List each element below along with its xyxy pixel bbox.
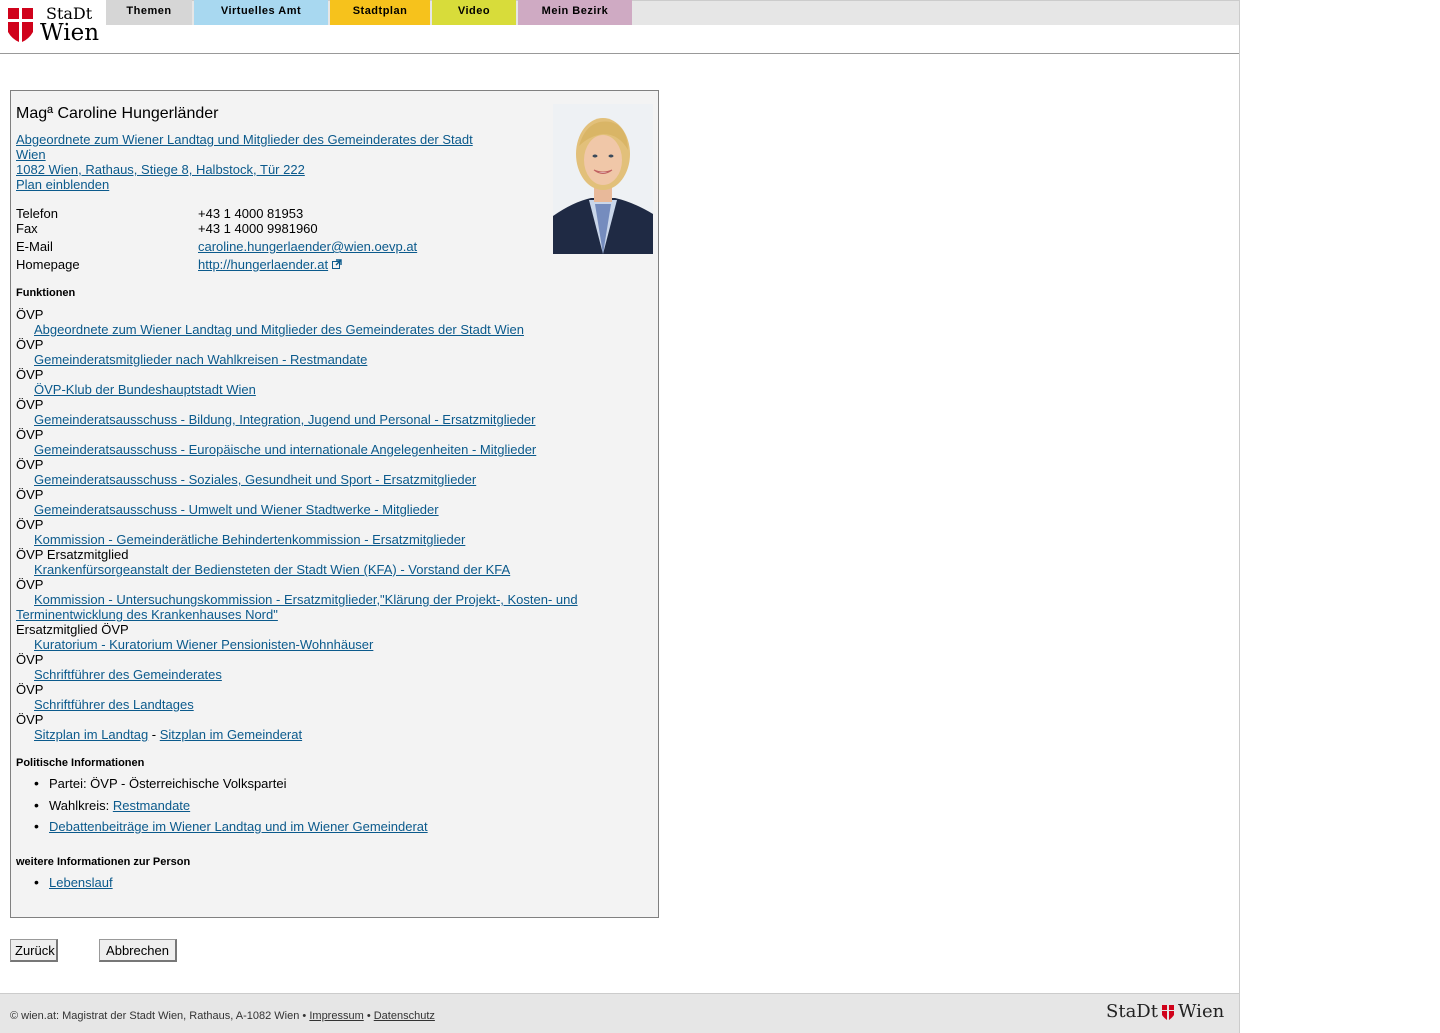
bullet-icon: • — [34, 874, 39, 890]
contact-label-email: E-Mail — [16, 239, 53, 254]
datenschutz-link[interactable]: Datenschutz — [374, 1010, 435, 1022]
site-header: StaDt Wien Themen Virtuelles Amt Stadtpl… — [0, 0, 1239, 54]
person-name: Magª Caroline Hungerländer — [16, 105, 219, 122]
contact-label-homepage: Homepage — [16, 257, 80, 272]
function-party: ÖVP — [16, 367, 44, 382]
function-link[interactable]: ÖVP-Klub der Bundeshauptstadt Wien — [34, 382, 256, 397]
tab-label: Mein Bezirk — [541, 5, 609, 17]
tab-virtuelles-amt[interactable]: Virtuelles Amt — [194, 0, 328, 25]
function-link[interactable]: Kommission - Gemeinderätliche Behinderte… — [34, 532, 465, 547]
footer-text: © wien.at: Magistrat der Stadt Wien, Rat… — [10, 1010, 435, 1022]
function-party: ÖVP — [16, 457, 44, 472]
tab-themen[interactable]: Themen — [106, 0, 192, 25]
function-party: ÖVP — [16, 397, 44, 412]
separator: - — [148, 727, 160, 742]
wien-shield-icon — [1162, 1005, 1174, 1020]
function-party: ÖVP Ersatzmitglied — [16, 547, 129, 562]
function-party: ÖVP — [16, 577, 44, 592]
function-party: ÖVP — [16, 712, 44, 727]
contact-label-telefon: Telefon — [16, 206, 58, 221]
section-heading-weitere: weitere Informationen zur Person — [16, 856, 191, 868]
function-party: ÖVP — [16, 682, 44, 697]
sitzplan-landtag-link[interactable]: Sitzplan im Landtag — [34, 727, 148, 742]
bullet-icon: • — [34, 775, 39, 791]
cancel-button[interactable]: Abbrechen — [99, 939, 177, 962]
impressum-link[interactable]: Impressum — [309, 1010, 363, 1022]
wahlkreis-label: Wahlkreis: — [49, 798, 110, 813]
footer-copyright: © wien.at: Magistrat der Stadt Wien, Rat… — [10, 1010, 300, 1022]
address-link[interactable]: 1082 Wien, Rathaus, Stiege 8, Halbstock,… — [16, 162, 305, 177]
section-heading-funktionen: Funktionen — [16, 287, 76, 299]
function-link[interactable]: Schriftführer des Landtages — [34, 697, 194, 712]
function-link[interactable]: Abgeordnete zum Wiener Landtag und Mitgl… — [34, 322, 524, 337]
stadt-wien-logo[interactable]: StaDt Wien — [6, 4, 102, 46]
homepage-link[interactable]: http://hungerlaender.at — [198, 257, 328, 272]
tab-label: Themen — [126, 5, 172, 17]
tab-video[interactable]: Video — [432, 0, 516, 25]
function-link[interactable]: Krankenfürsorgeanstalt der Bediensteten … — [34, 562, 510, 577]
function-link-continued[interactable]: Terminentwicklung des Krankenhauses Nord… — [16, 607, 278, 622]
tab-stadtplan[interactable]: Stadtplan — [330, 0, 430, 25]
tab-label: Stadtplan — [352, 5, 408, 17]
tab-label: Video — [457, 5, 491, 17]
function-party: ÖVP — [16, 487, 44, 502]
contact-value-telefon: +43 1 4000 81953 — [198, 206, 304, 221]
footer-separator: • — [302, 1010, 307, 1022]
site-footer: © wien.at: Magistrat der Stadt Wien, Rat… — [0, 993, 1239, 1033]
footer-logo-wien: Wien — [1178, 1001, 1225, 1022]
lebenslauf-link[interactable]: Lebenslauf — [49, 875, 113, 890]
function-link[interactable]: Schriftführer des Gemeinderates — [34, 667, 222, 682]
sitzplan-links: Sitzplan im Landtag - Sitzplan im Gemein… — [34, 727, 302, 742]
wien-shield-icon — [8, 8, 33, 42]
tab-mein-bezirk[interactable]: Mein Bezirk — [518, 0, 632, 25]
wahlkreis-link[interactable]: Restmandate — [113, 798, 190, 813]
function-link[interactable]: Gemeinderatsausschuss - Bildung, Integra… — [34, 412, 536, 427]
footer-logo[interactable]: StaDt Wien — [1106, 1001, 1230, 1027]
page-margin — [1239, 0, 1440, 1033]
external-link-icon — [332, 259, 342, 269]
function-party: ÖVP — [16, 307, 44, 322]
function-link[interactable]: Gemeinderatsausschuss - Umwelt und Wiene… — [34, 502, 439, 517]
back-button[interactable]: Zurück — [10, 939, 58, 962]
bullet-icon: • — [34, 818, 39, 834]
function-party: ÖVP — [16, 652, 44, 667]
contact-label-fax: Fax — [16, 221, 38, 236]
function-link[interactable]: Gemeinderatsausschuss - Europäische und … — [34, 442, 536, 457]
debatten-link[interactable]: Debattenbeiträge im Wiener Landtag und i… — [49, 819, 428, 834]
person-photo — [553, 104, 653, 254]
function-party: ÖVP — [16, 427, 44, 442]
section-heading-politisch: Politische Informationen — [16, 757, 145, 769]
function-party: ÖVP — [16, 337, 44, 352]
wahlkreis-info: Wahlkreis: Restmandate — [49, 798, 190, 813]
footer-logo-stadt: StaDt — [1106, 1001, 1158, 1022]
bullet-icon: • — [34, 797, 39, 813]
function-link[interactable]: Kommission - Untersuchungskommission - E… — [34, 592, 578, 607]
function-link[interactable]: Gemeinderatsausschuss - Soziales, Gesund… — [34, 472, 476, 487]
tab-label: Virtuelles Amt — [220, 5, 302, 17]
function-link[interactable]: Kuratorium - Kuratorium Wiener Pensionis… — [34, 637, 373, 652]
logo-text-wien: Wien — [40, 20, 100, 46]
sitzplan-gemeinderat-link[interactable]: Sitzplan im Gemeinderat — [160, 727, 302, 742]
function-party: ÖVP — [16, 517, 44, 532]
function-link[interactable]: Gemeinderatsmitglieder nach Wahlkreisen … — [34, 352, 367, 367]
footer-separator: • — [366, 1010, 371, 1022]
email-link[interactable]: caroline.hungerlaender@wien.oevp.at — [198, 239, 417, 254]
show-plan-link[interactable]: Plan einblenden — [16, 177, 109, 192]
contact-value-fax: +43 1 4000 9981960 — [198, 221, 318, 236]
party-info: Partei: ÖVP - Österreichische Volksparte… — [49, 776, 287, 791]
role-link[interactable]: Abgeordnete zum Wiener Landtag und Mitgl… — [16, 132, 473, 147]
role-link-continued[interactable]: Wien — [16, 147, 46, 162]
function-party: Ersatzmitglied ÖVP — [16, 622, 129, 637]
